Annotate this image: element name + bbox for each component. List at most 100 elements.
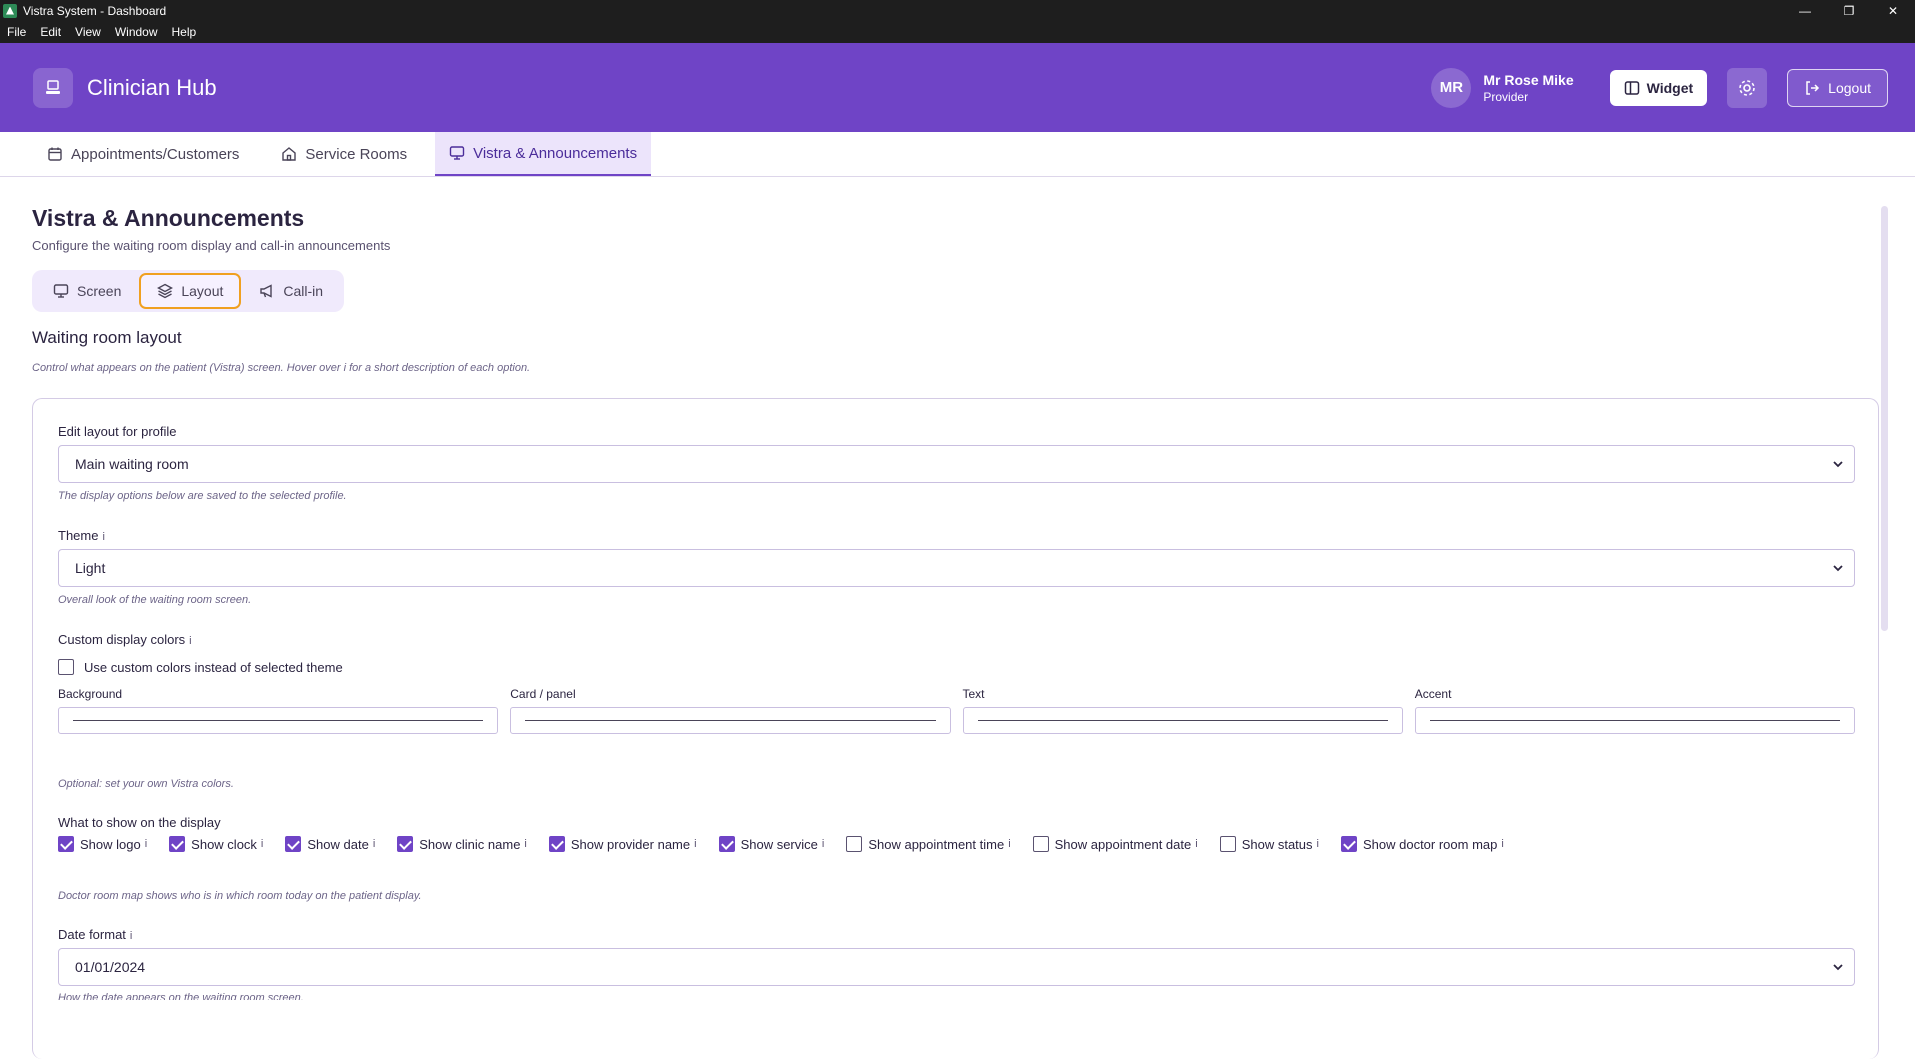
logout-button[interactable]: Logout [1787,68,1888,107]
sub-tab-screen[interactable]: Screen [35,273,139,309]
option-show-doctor-room-map[interactable]: Show doctor room map i [1340,836,1504,852]
close-icon[interactable]: ✕ [1871,0,1915,21]
info-icon[interactable]: i [145,838,147,850]
profile-select[interactable]: Main waiting room [58,445,1855,483]
menu-edit[interactable]: Edit [33,25,68,39]
color-field-card: Card / panel [510,687,951,734]
info-icon[interactable]: i [524,838,526,850]
window-titlebar: Vistra System - Dashboard — ❐ ✕ [0,0,1915,21]
checkbox[interactable] [1340,836,1357,852]
checkbox[interactable] [846,836,863,852]
settings-button[interactable] [1727,67,1768,108]
option-label: Show date [307,836,369,852]
theme-label: Theme [58,528,99,543]
checkbox[interactable] [58,836,74,852]
checkbox[interactable] [285,836,302,852]
widget-label: Widget [1646,79,1694,96]
menu-file[interactable]: File [0,25,33,39]
custom-colors-label: Custom display colors [58,632,186,647]
menu-view[interactable]: View [68,25,108,39]
info-icon[interactable]: i [822,838,824,850]
checkbox[interactable] [548,836,565,852]
brand-name: Clinician Hub [87,74,217,100]
monitor-icon [449,146,465,160]
background-color-input[interactable] [58,707,499,734]
app-header: Clinician Hub MR Mr Rose Mike Provider W… [0,43,1915,132]
monitor-icon [53,284,69,298]
accent-color-input[interactable] [1414,707,1855,734]
option-show-service[interactable]: Show service i [718,836,824,852]
text-color-input[interactable] [962,707,1403,734]
option-show-clock[interactable]: Show clock i [169,836,263,852]
tab-label: Vistra & Announcements [473,144,638,162]
color-field-label: Background [58,687,123,701]
info-icon[interactable]: i [261,838,263,850]
info-icon[interactable]: i [1195,838,1197,850]
info-icon[interactable]: i [189,635,191,647]
custom-colors-checkbox[interactable] [58,659,74,675]
date-format-select[interactable]: 01/01/2024 [58,948,1855,986]
option-show-date[interactable]: Show date i [285,836,375,852]
theme-select[interactable]: Light [58,549,1855,587]
option-show-status[interactable]: Show status i [1219,836,1319,852]
color-field-label: Text [962,687,985,701]
main-tabs: Appointments/Customers Service Rooms Vis… [0,132,1915,177]
header-actions: MR Mr Rose Mike Provider Widget Logout [1431,43,1888,132]
info-icon[interactable]: i [130,930,132,942]
tab-appointments[interactable]: Appointments/Customers [33,132,253,176]
date-format-hint: How the date appears on the waiting room… [58,992,304,1000]
scrollbar[interactable] [1881,206,1888,631]
menu-bar: File Edit View Window Help [0,21,1915,43]
checkbox[interactable] [397,836,414,852]
info-icon[interactable]: i [373,838,375,850]
tab-vistra-announcements[interactable]: Vistra & Announcements [435,132,652,176]
date-format-label-row: Date format i [58,927,132,942]
option-show-provider-name[interactable]: Show provider name i [548,836,697,852]
widget-button[interactable]: Widget [1609,69,1708,106]
clinician-icon [46,79,60,94]
checkbox[interactable] [169,836,186,852]
display-options-label: What to show on the display [58,815,221,830]
info-icon[interactable]: i [102,531,104,543]
date-format-label: Date format [58,927,126,942]
section-title: Waiting room layout [32,328,182,347]
option-show-clinic-name[interactable]: Show clinic name i [397,836,527,852]
gear-icon [1739,79,1755,96]
logout-icon [1806,80,1820,95]
theme-hint: Overall look of the waiting room screen. [58,594,252,606]
option-show-appointment-time[interactable]: Show appointment time i [846,836,1011,852]
info-icon[interactable]: i [694,838,696,850]
color-field-background: Background [58,687,499,734]
minimize-icon[interactable]: — [1783,0,1827,21]
window-title: Vistra System - Dashboard [23,3,167,18]
color-field-label: Accent [1414,687,1452,701]
menu-help[interactable]: Help [165,25,204,39]
section-description: Control what appears on the patient (Vis… [32,362,531,374]
info-icon[interactable]: i [1317,838,1319,850]
calendar-icon [48,147,62,161]
chevron-down-icon [1833,964,1843,971]
sub-tab-label: Screen [77,283,122,299]
checkbox[interactable] [1219,836,1236,852]
tab-service-rooms[interactable]: Service Rooms [267,132,421,176]
custom-colors-toggle[interactable]: Use custom colors instead of selected th… [58,659,343,675]
info-icon[interactable]: i [1008,838,1010,850]
display-options-row: Show logo i Show clock i Show date i Show c… [58,836,1526,852]
page-title: Vistra & Announcements [32,205,305,231]
checkbox[interactable] [718,836,735,852]
maximize-icon[interactable]: ❐ [1827,0,1871,21]
sub-tab-call-in[interactable]: Call-in [241,273,341,309]
checkbox[interactable] [1032,836,1049,852]
brand-logo [33,67,73,108]
option-show-appointment-date[interactable]: Show appointment date i [1032,836,1198,852]
option-label: Show clinic name [419,836,521,852]
custom-colors-hint: Optional: set your own Vistra colors. [58,778,234,790]
card-color-input[interactable] [510,707,951,734]
custom-colors-checkbox-label: Use custom colors instead of selected th… [84,659,343,675]
menu-window[interactable]: Window [108,25,165,39]
sub-tab-layout[interactable]: Layout [139,273,242,309]
sub-tabs: Screen Layout Call-in [32,270,345,312]
layers-icon [157,283,174,299]
info-icon[interactable]: i [1501,838,1503,850]
option-show-logo[interactable]: Show logo i [58,836,147,852]
